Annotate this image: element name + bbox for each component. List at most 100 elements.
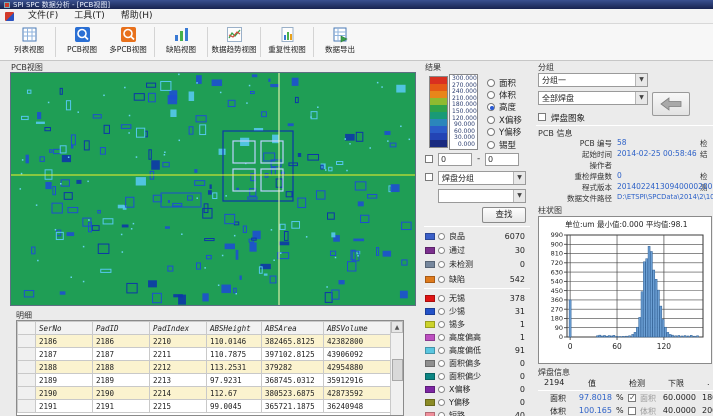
radio-icon[interactable] xyxy=(438,399,445,406)
toolbar-button-2[interactable]: 多PCB视图 xyxy=(105,25,151,59)
table-row[interactable]: 218621862210110.0146382465.812542382800 xyxy=(18,335,391,348)
metric-radio-5[interactable]: 锡型 xyxy=(487,139,516,150)
metric-radio-4[interactable]: Y偏移 xyxy=(487,127,521,138)
range-checkbox[interactable] xyxy=(425,155,433,163)
radio-icon[interactable] xyxy=(438,373,445,380)
radio-icon[interactable] xyxy=(438,261,445,268)
row-selector[interactable] xyxy=(18,387,36,400)
menu-item-0[interactable]: 文件(F) xyxy=(20,9,66,24)
color-scale-tick: 0.000 xyxy=(452,142,475,148)
pcb-map[interactable] xyxy=(10,72,416,306)
detail-column-header: PadIndex xyxy=(150,322,207,335)
scroll-thumb[interactable] xyxy=(392,359,403,381)
radio-icon[interactable] xyxy=(438,386,445,393)
legend-item[interactable]: 少锡31 xyxy=(425,305,529,317)
detail-cell: 2187 xyxy=(36,348,93,361)
legend-item[interactable]: 高度偏低91 xyxy=(425,344,529,356)
legend-count: 31 xyxy=(515,307,525,316)
range-to-input[interactable]: 0 xyxy=(485,153,519,166)
sub-group-combo[interactable]: ▼ xyxy=(438,189,526,203)
legend-item[interactable]: 面积偏多0 xyxy=(425,357,529,369)
svg-text:120: 120 xyxy=(657,342,672,351)
toolbar-button-5[interactable]: 重复性视图 xyxy=(264,25,310,59)
color-scale-band xyxy=(430,140,447,147)
radio-icon[interactable] xyxy=(438,233,445,240)
pad-check-checkbox[interactable] xyxy=(628,394,636,402)
range-from-input[interactable]: 0 xyxy=(438,153,472,166)
legend-item[interactable]: 未检测0 xyxy=(425,259,529,271)
radio-icon[interactable] xyxy=(438,276,445,283)
legend-item[interactable]: 缺陷542 xyxy=(425,273,529,285)
metric-radio-3[interactable]: X偏移 xyxy=(487,114,522,125)
pad-group-checkbox[interactable] xyxy=(425,173,433,181)
pcb-info-cut-label: 检 xyxy=(700,138,708,149)
table-row[interactable]: 218821882212113.253137928242954880 xyxy=(18,361,391,374)
detail-cell: 97.9231 xyxy=(207,374,262,387)
legend-item[interactable]: 通过30 xyxy=(425,244,529,256)
legend-item[interactable]: 锡多1 xyxy=(425,318,529,330)
toolbar-button-4[interactable]: 数据趋势视图 xyxy=(211,25,257,59)
legend-item[interactable]: 无锡378 xyxy=(425,292,529,304)
chevron-down-icon[interactable]: ▼ xyxy=(635,74,647,86)
legend-item[interactable]: 面积偏少0 xyxy=(425,370,529,382)
legend-item[interactable]: X偏移0 xyxy=(425,383,529,395)
metric-radio-1[interactable]: 体积 xyxy=(487,89,516,100)
detail-scrollbar[interactable]: ▲ xyxy=(390,321,403,415)
back-arrow-button[interactable] xyxy=(652,92,690,116)
find-button[interactable]: 查找 xyxy=(482,207,526,223)
radio-icon[interactable] xyxy=(487,141,495,149)
radio-icon[interactable] xyxy=(438,347,445,354)
legend-count: 0 xyxy=(520,398,525,407)
radio-icon[interactable] xyxy=(438,308,445,315)
pad-check-checkbox[interactable] xyxy=(628,407,636,415)
detail-table-box: SerNoPadIDPadIndexABSHeightABSAreaABSVol… xyxy=(16,320,404,416)
legend-item[interactable]: 高度偏高1 xyxy=(425,331,529,343)
toolbar-button-6[interactable]: 数据导出 xyxy=(317,25,363,59)
radio-icon[interactable] xyxy=(487,116,495,124)
scroll-up-icon[interactable]: ▲ xyxy=(391,321,403,333)
radio-icon[interactable] xyxy=(438,360,445,367)
radio-icon[interactable] xyxy=(487,91,495,99)
legend-item[interactable]: 短路40 xyxy=(425,409,529,416)
detail-cell: 42382800 xyxy=(324,335,391,348)
chevron-down-icon[interactable]: ▼ xyxy=(513,172,525,184)
toolbar-button-0[interactable]: 列表视图 xyxy=(6,25,52,59)
repeat-view-icon xyxy=(279,26,296,43)
table-row[interactable]: 218721872211110.7875397102.812543906092 xyxy=(18,348,391,361)
pad-metric-name: 体积 xyxy=(540,406,566,416)
chevron-down-icon[interactable]: ▼ xyxy=(513,190,525,202)
pad-image-checkbox[interactable] xyxy=(538,113,546,121)
radio-icon[interactable] xyxy=(438,295,445,302)
radio-icon[interactable] xyxy=(487,103,495,111)
row-selector[interactable] xyxy=(18,335,36,348)
group-combo-2[interactable]: 全部焊盘 ▼ xyxy=(538,91,648,105)
radio-icon[interactable] xyxy=(487,128,495,136)
metric-radio-2[interactable]: 高度 xyxy=(487,102,516,113)
row-selector[interactable] xyxy=(18,361,36,374)
pad-group-combo[interactable]: 焊盘分组 ▼ xyxy=(438,171,526,185)
table-row[interactable]: 21912191221599.0045365721.187536240948 xyxy=(18,400,391,413)
group-combo-1[interactable]: 分组一 ▼ xyxy=(538,73,648,87)
toolbar-button-3[interactable]: 缺陷视图 xyxy=(158,25,204,59)
metric-radio-0[interactable]: 面积 xyxy=(487,77,516,88)
detail-cell: 43906092 xyxy=(324,348,391,361)
toolbar-button-1[interactable]: PCB视图 xyxy=(59,25,105,59)
radio-icon[interactable] xyxy=(438,247,445,254)
chevron-down-icon[interactable]: ▼ xyxy=(635,92,647,104)
row-selector[interactable] xyxy=(18,348,36,361)
legend-swatch xyxy=(425,308,435,315)
row-selector[interactable] xyxy=(18,400,36,413)
legend-item[interactable]: 良品6070 xyxy=(425,230,529,242)
table-row[interactable]: 219021902214112.67380523.687542873592 xyxy=(18,387,391,400)
radio-icon[interactable] xyxy=(438,321,445,328)
table-row[interactable]: 21892189221397.9231368745.031235912916 xyxy=(18,374,391,387)
row-selector[interactable] xyxy=(18,374,36,387)
radio-icon[interactable] xyxy=(438,412,445,416)
menu-item-2[interactable]: 帮助(H) xyxy=(113,9,161,24)
legend-count: 0 xyxy=(520,372,525,381)
radio-icon[interactable] xyxy=(487,79,495,87)
metric-label: 锡型 xyxy=(499,139,516,151)
radio-icon[interactable] xyxy=(438,334,445,341)
legend-item[interactable]: Y偏移0 xyxy=(425,396,529,408)
menu-item-1[interactable]: 工具(T) xyxy=(66,9,113,24)
